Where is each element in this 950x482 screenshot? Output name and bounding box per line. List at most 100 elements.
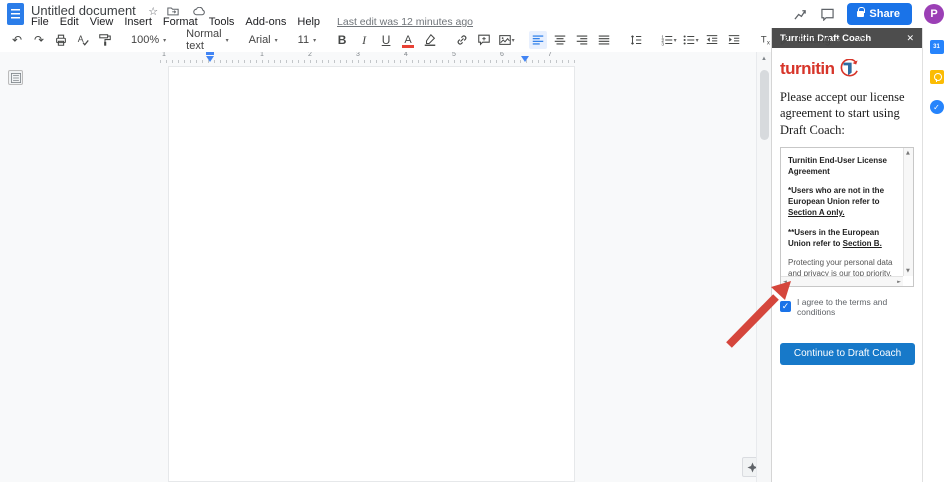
zoom-select[interactable]: 100%▾ <box>128 31 169 49</box>
undo-button[interactable]: ↶ <box>8 31 26 49</box>
turnitin-logo-icon <box>837 59 859 79</box>
menu-format[interactable]: Format <box>163 16 198 28</box>
align-justify-button[interactable] <box>595 31 613 49</box>
insert-image-button[interactable]: ▾ <box>497 31 515 49</box>
bulleted-list-button[interactable]: ▾ <box>681 31 699 49</box>
editing-mode-select[interactable]: Editing ▾ <box>779 34 840 46</box>
svg-text:3: 3 <box>661 41 664 47</box>
ruler-number: 6 <box>500 51 504 58</box>
print-button[interactable] <box>52 31 70 49</box>
ruler-number: 1 <box>162 51 166 58</box>
svg-text:x: x <box>767 39 770 46</box>
decrease-indent-button[interactable] <box>703 31 721 49</box>
italic-button[interactable]: I <box>355 31 373 49</box>
svg-text:A: A <box>78 34 84 44</box>
license-section-a: *Users who are not in the European Union… <box>788 186 899 218</box>
left-indent-marker[interactable] <box>206 56 214 62</box>
right-indent-marker[interactable] <box>521 56 529 62</box>
line-spacing-button[interactable] <box>627 31 645 49</box>
text-color-button[interactable]: A <box>399 31 417 49</box>
section-a-link[interactable]: Section A only. <box>788 208 845 217</box>
document-scrollbar[interactable]: ▲ <box>756 52 771 482</box>
bulleted-list-caret-icon: ▾ <box>696 37 699 44</box>
google-keep-icon[interactable] <box>930 70 944 84</box>
google-calendar-icon[interactable]: 31 <box>930 40 944 54</box>
agree-label: I agree to the terms and conditions <box>797 297 914 317</box>
google-docs-logo-icon[interactable] <box>7 3 24 25</box>
font-select[interactable]: Arial▾ <box>246 31 281 49</box>
license-privacy-text: Protecting your personal data and privac… <box>788 258 899 275</box>
menu-bar: File Edit View Insert Format Tools Add-o… <box>31 16 473 28</box>
ruler-number: 3 <box>356 51 360 58</box>
menu-view[interactable]: View <box>90 16 114 28</box>
bold-button[interactable]: B <box>333 31 351 49</box>
scroll-down-icon[interactable]: ▼ <box>906 268 910 274</box>
menu-addons[interactable]: Add-ons <box>245 16 286 28</box>
license-heading: Turnitin End-User License Agreement <box>788 156 899 178</box>
share-button[interactable]: Share <box>847 3 912 25</box>
license-agreement-box[interactable]: Turnitin End-User License Agreement *Use… <box>780 147 914 287</box>
hide-menus-button[interactable]: ^ <box>858 35 864 46</box>
menu-tools[interactable]: Tools <box>209 16 235 28</box>
google-tasks-icon[interactable]: ✓ <box>930 100 944 114</box>
paint-format-button[interactable] <box>96 31 114 49</box>
turnitin-logo: turnitin <box>780 59 914 79</box>
lock-icon <box>857 11 864 17</box>
license-text: Turnitin End-User License Agreement *Use… <box>781 148 903 276</box>
add-comment-button[interactable] <box>475 31 493 49</box>
pencil-icon <box>779 34 791 46</box>
ruler[interactable]: 1 1 2 3 4 5 6 7 <box>160 53 580 63</box>
ruler-number: 4 <box>404 51 408 58</box>
styles-select[interactable]: Normal text▾ <box>183 31 231 49</box>
section-b-link[interactable]: Section B. <box>843 239 882 248</box>
font-size-select[interactable]: 11▾ <box>295 31 319 49</box>
show-outline-button[interactable] <box>8 70 23 85</box>
redo-button[interactable]: ↷ <box>30 31 48 49</box>
agree-checkbox[interactable]: ✓ <box>780 301 791 312</box>
cloud-status-icon[interactable] <box>193 7 206 16</box>
insert-link-button[interactable] <box>453 31 471 49</box>
scroll-up-icon[interactable]: ▲ <box>757 56 771 62</box>
agree-row: ✓ I agree to the terms and conditions <box>780 297 914 317</box>
turnitin-draft-coach-panel: Turnitin Draft Coach ✕ turnitin Please a… <box>771 28 922 482</box>
avatar[interactable]: P <box>924 4 944 24</box>
license-horizontal-scrollbar[interactable]: ◄ ► <box>781 276 903 286</box>
svg-text:T: T <box>761 35 767 46</box>
increase-indent-button[interactable] <box>725 31 743 49</box>
underline-button[interactable]: U <box>377 31 395 49</box>
numbered-list-button[interactable]: 123 ▾ <box>659 31 677 49</box>
editing-caret-icon: ▾ <box>837 37 840 44</box>
license-vertical-scrollbar[interactable]: ▲ ▼ <box>903 148 913 276</box>
license-section-b: **Users in the European Union refer to S… <box>788 228 899 250</box>
spellcheck-button[interactable]: A <box>74 31 92 49</box>
menu-edit[interactable]: Edit <box>60 16 79 28</box>
first-line-indent-marker[interactable] <box>206 52 214 55</box>
ruler-number: 1 <box>260 51 264 58</box>
highlight-color-button[interactable] <box>421 31 439 49</box>
align-left-button[interactable] <box>529 31 547 49</box>
document-page[interactable] <box>168 66 575 482</box>
last-edit-link[interactable]: Last edit was 12 minutes ago <box>337 16 473 28</box>
menu-file[interactable]: File <box>31 16 49 28</box>
scroll-right-icon[interactable]: ► <box>897 279 901 285</box>
comments-icon[interactable] <box>820 8 835 21</box>
continue-to-draft-coach-button[interactable]: Continue to Draft Coach <box>780 343 915 365</box>
menu-help[interactable]: Help <box>297 16 320 28</box>
ruler-number: 2 <box>308 51 312 58</box>
numbered-list-caret-icon: ▾ <box>674 37 677 44</box>
image-caret-icon: ▾ <box>512 37 515 44</box>
title-bar: Untitled document ☆ File Edit View Inser… <box>0 0 950 28</box>
close-panel-icon[interactable]: ✕ <box>906 33 914 44</box>
align-right-button[interactable] <box>573 31 591 49</box>
scroll-up-icon[interactable]: ▲ <box>906 150 910 156</box>
ruler-number: 7 <box>548 51 552 58</box>
ruler-number: 5 <box>452 51 456 58</box>
align-center-button[interactable] <box>551 31 569 49</box>
scroll-left-icon[interactable]: ◄ <box>783 279 787 285</box>
move-folder-icon[interactable] <box>167 6 179 16</box>
scrollbar-thumb[interactable] <box>760 70 769 140</box>
activity-trend-icon[interactable] <box>793 8 808 21</box>
clear-formatting-button[interactable]: Tx <box>757 31 775 49</box>
menu-insert[interactable]: Insert <box>124 16 152 28</box>
formatting-toolbar: ↶ ↷ A 100%▾ Normal text▾ Arial▾ 11▾ B I … <box>0 28 771 52</box>
